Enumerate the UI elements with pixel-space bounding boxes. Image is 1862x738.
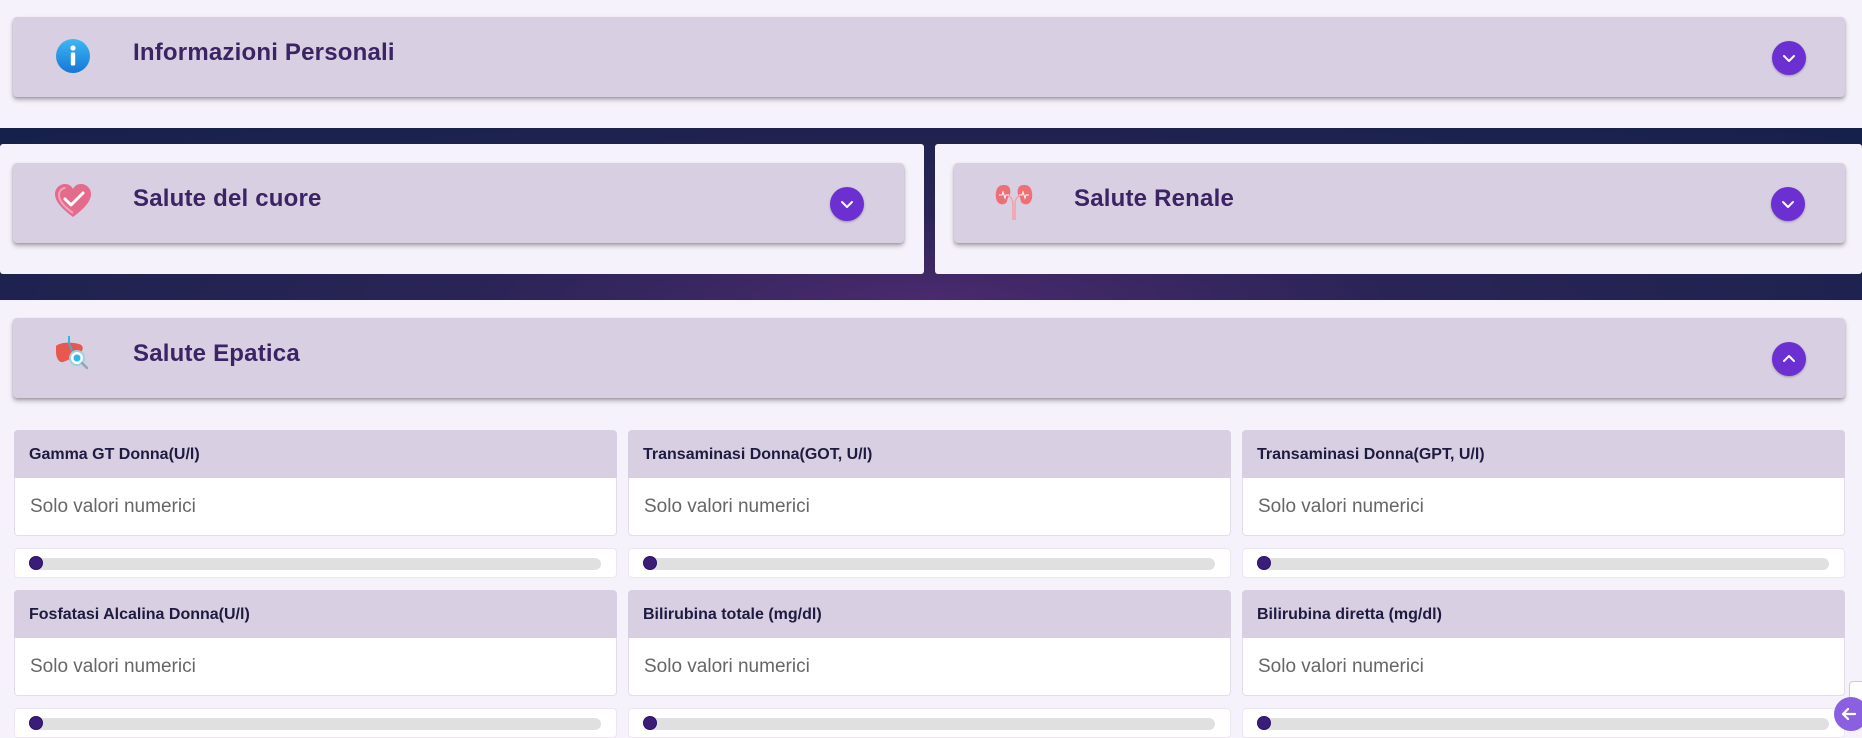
personal-info-header[interactable]: Informazioni Personali xyxy=(13,17,1845,97)
slider-thumb[interactable] xyxy=(643,716,657,730)
slider-container xyxy=(628,548,1231,578)
field-label: Transaminasi Donna(GPT, U/l) xyxy=(1242,430,1845,478)
field-direct-bilirubin: Bilirubina diretta (mg/dl) xyxy=(1242,590,1845,738)
gpt-slider[interactable] xyxy=(1257,556,1829,570)
field-label: Bilirubina totale (mg/dl) xyxy=(628,590,1231,638)
alkaline-phosphatase-slider[interactable] xyxy=(29,716,601,730)
gamma-gt-slider[interactable] xyxy=(29,556,601,570)
direct-bilirubin-slider[interactable] xyxy=(1257,716,1829,730)
got-slider[interactable] xyxy=(643,556,1215,570)
personal-info-title: Informazioni Personali xyxy=(133,39,395,66)
field-alkaline-phosphatase: Fosfatasi Alcalina Donna(U/l) xyxy=(14,590,617,738)
field-label: Gamma GT Donna(U/l) xyxy=(14,430,617,478)
chevron-up-icon[interactable] xyxy=(1772,342,1806,376)
liver-icon xyxy=(53,334,93,374)
total-bilirubin-input[interactable] xyxy=(628,638,1231,696)
arrow-left-icon xyxy=(1840,706,1857,727)
heart-icon xyxy=(53,182,93,222)
field-gpt: Transaminasi Donna(GPT, U/l) xyxy=(1242,430,1845,578)
kidney-health-header[interactable]: Salute Renale xyxy=(954,163,1845,243)
field-label: Bilirubina diretta (mg/dl) xyxy=(1242,590,1845,638)
heart-health-header[interactable]: Salute del cuore xyxy=(13,163,904,243)
slider-thumb[interactable] xyxy=(1257,556,1271,570)
chevron-down-icon[interactable] xyxy=(1772,41,1806,75)
slider-container xyxy=(14,708,617,738)
direct-bilirubin-input[interactable] xyxy=(1242,638,1845,696)
heart-health-title: Salute del cuore xyxy=(133,185,322,212)
got-input[interactable] xyxy=(628,478,1231,536)
slider-container xyxy=(628,708,1231,738)
field-total-bilirubin: Bilirubina totale (mg/dl) xyxy=(628,590,1231,738)
slider-container xyxy=(14,548,617,578)
field-got: Transaminasi Donna(GOT, U/l) xyxy=(628,430,1231,578)
chevron-down-icon[interactable] xyxy=(1771,187,1805,221)
liver-health-header[interactable]: Salute Epatica xyxy=(13,318,1845,398)
total-bilirubin-slider[interactable] xyxy=(643,716,1215,730)
kidney-health-title: Salute Renale xyxy=(1074,185,1234,212)
slider-thumb[interactable] xyxy=(1257,716,1271,730)
slider-thumb[interactable] xyxy=(643,556,657,570)
slider-container xyxy=(1242,548,1845,578)
liver-health-title: Salute Epatica xyxy=(133,340,300,367)
scroll-button[interactable] xyxy=(1834,697,1862,731)
gpt-input[interactable] xyxy=(1242,478,1845,536)
slider-container xyxy=(1242,708,1845,738)
field-label: Transaminasi Donna(GOT, U/l) xyxy=(628,430,1231,478)
slider-thumb[interactable] xyxy=(29,556,43,570)
field-label: Fosfatasi Alcalina Donna(U/l) xyxy=(14,590,617,638)
info-icon xyxy=(53,36,93,76)
field-gamma-gt: Gamma GT Donna(U/l) xyxy=(14,430,617,578)
chevron-down-icon[interactable] xyxy=(830,187,864,221)
kidney-icon xyxy=(994,182,1034,222)
alkaline-phosphatase-input[interactable] xyxy=(14,638,617,696)
gamma-gt-input[interactable] xyxy=(14,478,617,536)
slider-thumb[interactable] xyxy=(29,716,43,730)
